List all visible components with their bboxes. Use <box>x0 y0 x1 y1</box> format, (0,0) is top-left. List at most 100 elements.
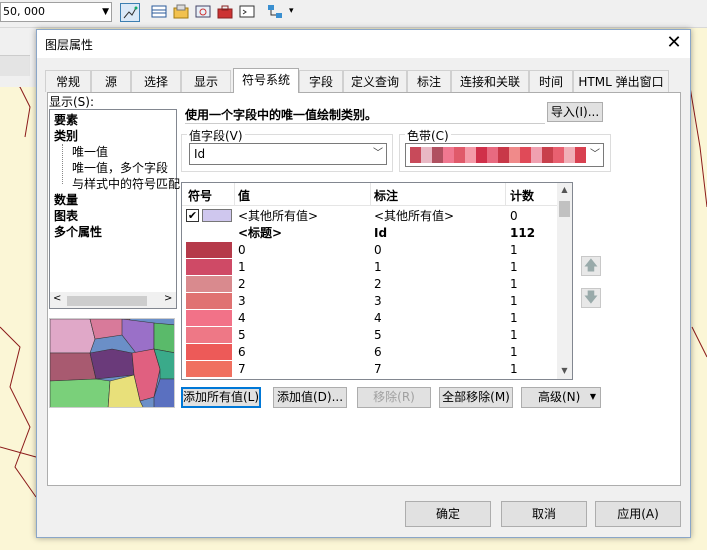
tab-general[interactable]: 常规 <box>45 70 91 92</box>
row-value: <标题> <box>238 226 283 240</box>
tree-item-charts[interactable]: 图表 <box>54 208 78 224</box>
symbol-swatch[interactable] <box>186 293 232 309</box>
move-up-icon[interactable]: 🡅 <box>581 256 601 276</box>
tree-item-categories[interactable]: 类别 <box>54 128 78 144</box>
symbol-class-table[interactable]: 符号 值 标注 计数 ✔ <其他所有值> <其他所有值> 0 <标题> Id 112 0 0 1 1… <box>181 182 573 380</box>
symbol-swatch[interactable] <box>186 259 232 275</box>
ok-button[interactable]: 确定 <box>405 501 491 527</box>
row-count: 1 <box>510 243 518 257</box>
table-row[interactable]: 6 6 1 <box>182 344 557 361</box>
table-scroll-thumb[interactable] <box>559 201 570 217</box>
column-divider <box>234 183 235 205</box>
python-window-icon[interactable] <box>238 3 258 22</box>
chevron-down-icon[interactable]: ▼ <box>590 388 596 406</box>
column-header-symbol[interactable]: 符号 <box>188 187 212 204</box>
remove-button[interactable]: 移除(R) <box>357 387 431 408</box>
attribute-table-icon[interactable] <box>150 3 170 22</box>
renderer-tree[interactable]: 要素 类别 唯一值 唯一值，多个字段 与样式中的符号匹配 数量 图表 多个属性 <box>49 109 180 309</box>
close-icon[interactable]: ✕ <box>663 32 685 54</box>
chevron-down-icon[interactable]: ﹀ <box>373 144 383 164</box>
color-ramp-swatch <box>421 147 432 163</box>
chevron-down-icon[interactable]: ﹀ <box>590 145 600 160</box>
table-row[interactable]: 7 7 1 <box>182 361 557 378</box>
tab-time[interactable]: 时间 <box>529 70 573 92</box>
symbol-swatch[interactable] <box>186 327 232 343</box>
tree-item-unique-values[interactable]: 唯一值 <box>72 144 108 160</box>
toolbar-overflow-icon[interactable]: ▾ <box>289 6 294 16</box>
row-value: 7 <box>238 362 246 376</box>
symbol-swatch[interactable] <box>186 361 232 377</box>
scroll-up-icon[interactable]: ▲ <box>558 185 571 194</box>
table-row[interactable]: 1 1 1 <box>182 259 557 276</box>
symbol-swatch[interactable] <box>202 209 232 222</box>
table-row[interactable]: <标题> Id 112 <box>182 225 557 242</box>
scroll-left-icon[interactable]: < <box>53 293 61 304</box>
row-value: 3 <box>238 294 246 308</box>
row-label: <其他所有值> <box>374 209 455 223</box>
tab-html-popup[interactable]: HTML 弹出窗口 <box>573 70 669 92</box>
tab-definition-query[interactable]: 定义查询 <box>343 70 407 92</box>
toolbox-icon[interactable] <box>216 3 236 22</box>
advanced-button[interactable]: 高级(N) ▼ <box>521 387 601 408</box>
tree-item-multiple-attributes[interactable]: 多个属性 <box>54 224 102 240</box>
table-row[interactable]: 0 0 1 <box>182 242 557 259</box>
cancel-button[interactable]: 取消 <box>501 501 587 527</box>
move-down-icon[interactable]: 🡇 <box>581 288 601 308</box>
symbology-preview-image <box>49 318 175 408</box>
tree-item-match-to-symbols[interactable]: 与样式中的符号匹配 <box>72 176 180 192</box>
column-header-value[interactable]: 值 <box>238 187 250 204</box>
tree-item-features[interactable]: 要素 <box>54 112 78 128</box>
scroll-right-icon[interactable]: > <box>164 293 172 304</box>
color-ramp-select[interactable]: ﹀ <box>405 143 604 167</box>
tab-source[interactable]: 源 <box>91 70 131 92</box>
color-ramp-swatch <box>432 147 443 163</box>
select-features-icon[interactable] <box>120 3 140 22</box>
table-row[interactable]: 4 4 1 <box>182 310 557 327</box>
tab-fields[interactable]: 字段 <box>299 70 343 92</box>
color-ramp-label: 色带(C) <box>405 127 451 144</box>
description-divider <box>185 123 545 124</box>
map-scale-value: 50, 000 <box>3 5 45 18</box>
tree-scroll-thumb[interactable] <box>67 296 147 306</box>
color-ramp-swatch <box>553 147 564 163</box>
color-ramp-swatch <box>443 147 454 163</box>
color-ramp-swatch <box>498 147 509 163</box>
tree-item-quantities[interactable]: 数量 <box>54 192 78 208</box>
tab-display[interactable]: 显示 <box>181 70 231 92</box>
row-value: <其他所有值> <box>238 209 319 223</box>
row-count: 1 <box>510 260 518 274</box>
tree-connector <box>62 144 63 184</box>
symbol-swatch[interactable] <box>186 344 232 360</box>
tab-labels[interactable]: 标注 <box>407 70 451 92</box>
model-builder-icon[interactable] <box>266 3 286 22</box>
row-checkbox[interactable]: ✔ <box>186 209 199 222</box>
value-field-select[interactable]: Id ﹀ <box>189 143 387 165</box>
table-row[interactable]: 3 3 1 <box>182 293 557 310</box>
tab-symbology[interactable]: 符号系统 <box>233 68 299 93</box>
symbol-swatch[interactable] <box>186 310 232 326</box>
column-header-count[interactable]: 计数 <box>510 187 534 204</box>
remove-all-button[interactable]: 全部移除(M) <box>439 387 513 408</box>
layer-properties-dialog: 图层属性 ✕ 常规 源 选择 显示 符号系统 字段 定义查询 标注 连接和关联 … <box>36 29 691 538</box>
tab-selection[interactable]: 选择 <box>131 70 181 92</box>
table-row[interactable]: 5 5 1 <box>182 327 557 344</box>
catalog-icon[interactable] <box>172 3 192 22</box>
chevron-down-icon[interactable]: ▼ <box>102 3 109 21</box>
dialog-title: 图层属性 <box>45 38 94 52</box>
row-count: 1 <box>510 362 518 376</box>
table-row[interactable]: 2 2 1 <box>182 276 557 293</box>
table-row[interactable]: ✔ <其他所有值> <其他所有值> 0 <box>182 208 557 225</box>
column-header-label[interactable]: 标注 <box>374 187 398 204</box>
apply-button[interactable]: 应用(A) <box>595 501 681 527</box>
symbol-swatch[interactable] <box>186 242 232 258</box>
map-scale-combo[interactable]: 50, 000 ▼ <box>0 2 112 22</box>
add-values-button[interactable]: 添加值(D)... <box>273 387 347 408</box>
add-all-values-button[interactable]: 添加所有值(L) <box>181 387 261 408</box>
import-button[interactable]: 导入(I)... <box>547 102 603 122</box>
search-window-icon[interactable] <box>194 3 214 22</box>
symbol-swatch[interactable] <box>186 276 232 292</box>
scroll-down-icon[interactable]: ▼ <box>558 366 571 375</box>
tree-item-unique-values-many-fields[interactable]: 唯一值，多个字段 <box>72 160 168 176</box>
tab-joins-relates[interactable]: 连接和关联 <box>451 70 529 92</box>
left-toolbar-button[interactable] <box>0 55 30 76</box>
